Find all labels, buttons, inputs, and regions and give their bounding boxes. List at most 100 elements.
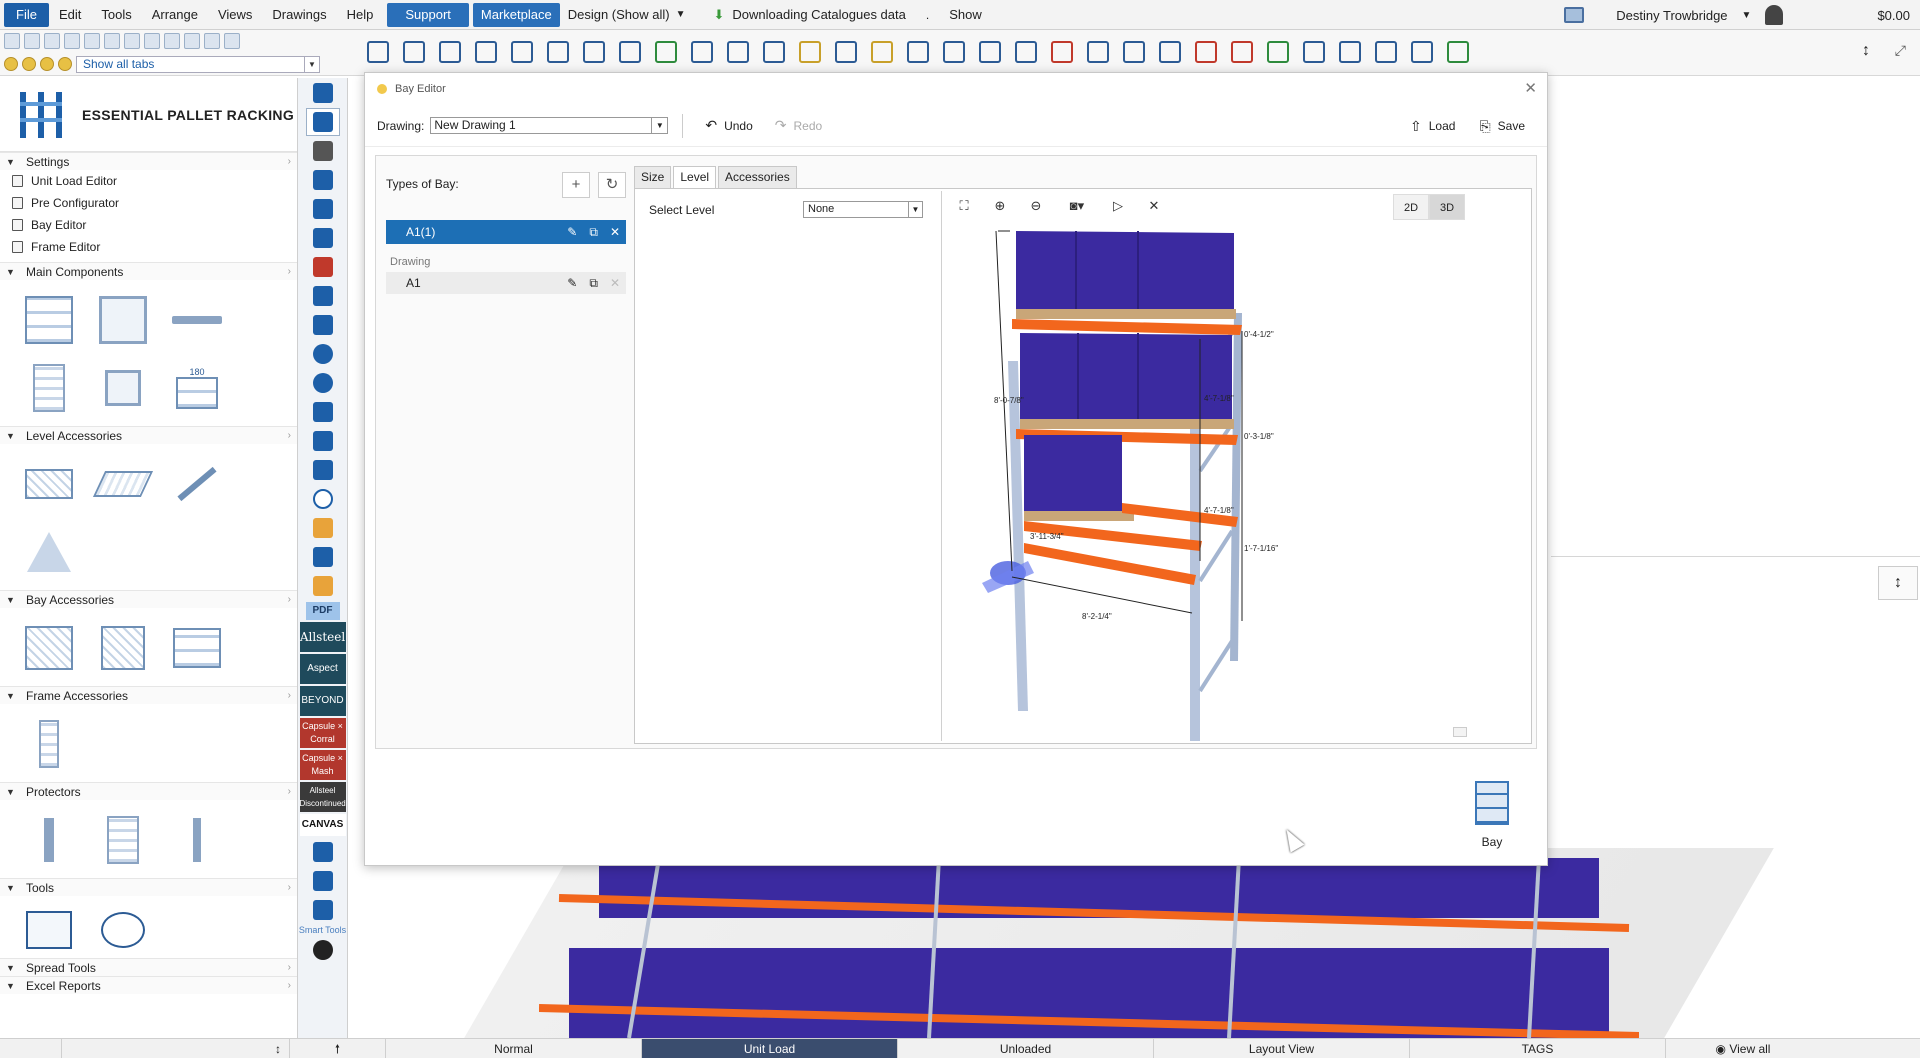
cut-icon[interactable] [144,33,160,49]
viewport-corner-icon[interactable] [1453,727,1467,737]
strip-cube-icon[interactable] [306,398,340,426]
component-cabinet[interactable] [12,354,86,422]
strip-stack-icon[interactable] [306,572,340,600]
component-beam[interactable] [160,286,234,354]
select-icon[interactable] [616,38,641,63]
refresh-icon[interactable]: ↻ [598,172,626,198]
print2-icon[interactable] [124,33,140,49]
export-icon[interactable] [1444,38,1469,63]
zoom-fit-icon[interactable] [436,38,461,63]
camera-icon[interactable]: ◙▾ [1062,198,1092,214]
new-icon[interactable] [4,33,20,49]
frame-icon[interactable] [688,38,713,63]
protector-column-guard[interactable] [12,806,86,874]
strip-link-icon[interactable] [306,456,340,484]
status-unloaded[interactable]: Unloaded [898,1039,1154,1058]
nav-up-icon[interactable] [40,57,54,71]
status-view-all[interactable]: ◉ View all [1666,1039,1820,1058]
component-rotate-rack[interactable]: 180 [160,354,234,422]
strip-aspect[interactable]: Aspect [299,654,346,684]
avatar[interactable] [1765,5,1784,25]
view-2d-button[interactable]: 2D [1393,194,1429,220]
image-icon[interactable] [652,38,677,63]
section-bay-accessories[interactable]: ▼ Bay Accessories › [0,590,297,608]
zoom-extents-icon[interactable] [364,38,389,63]
copy-icon[interactable] [164,33,180,49]
arrow-up-icon[interactable]: 🠕 [335,1042,340,1056]
section-excel-reports[interactable]: ▼ Excel Reports › [0,976,297,994]
text-icon[interactable] [976,38,1001,63]
paste-icon[interactable] [184,33,200,49]
zoom-window-icon[interactable] [400,38,425,63]
protector-end-guard[interactable] [86,806,160,874]
strip-smart-tools-icon[interactable] [306,896,340,924]
strip-allsteel-discontinued[interactable]: Allsteel Discontinued [299,782,346,812]
measure-icon[interactable] [1408,38,1433,63]
view-3d-button[interactable]: 3D [1429,194,1465,220]
array-icon[interactable] [1264,38,1289,63]
page-icon[interactable] [104,33,120,49]
accessory-bay-guard[interactable] [160,614,234,682]
redo-icon[interactable] [224,33,240,49]
section-main-components[interactable]: ▼ Main Components › [0,262,297,280]
close-icon[interactable]: ✕ [1524,79,1537,97]
duplicate-icon[interactable]: ⧉ [589,276,598,291]
resize-vertical-icon[interactable]: ↕ [1878,566,1918,600]
tab-size[interactable]: Size [634,166,672,188]
drawing-bay-row[interactable]: A1 ✎ ⧉ ✕ [386,272,626,294]
section-tools[interactable]: ▼ Tools › [0,878,297,896]
bay-type-row-selected[interactable]: A1(1) ✎ ⧉ ✕ [386,220,626,244]
strip-shelf-icon[interactable] [306,543,340,571]
chevron-down-icon[interactable]: ▼ [651,118,667,133]
briefcase-icon[interactable] [1564,7,1585,23]
line-icon[interactable] [1336,38,1361,63]
undo-icon[interactable] [204,33,220,49]
status-up[interactable]: 🠕 [290,1039,386,1058]
close-icon[interactable]: ✕ [1144,198,1164,214]
strip-arm-icon[interactable] [306,282,340,310]
delete-icon[interactable]: ✕ [610,225,620,240]
user-name[interactable]: Destiny Trowbridge [1616,8,1727,23]
mirror-icon[interactable] [1300,38,1325,63]
marketplace-button[interactable]: Marketplace [472,2,560,27]
dimension-icon[interactable] [1012,38,1037,63]
load-button[interactable]: ⇧ Load [1410,118,1455,135]
zoom-prev-icon[interactable] [544,38,569,63]
edit-icon[interactable]: ✎ [567,225,577,240]
strip-beyond[interactable]: BEYOND [299,686,346,716]
settings-item-bay-editor[interactable]: Bay Editor [0,214,297,236]
rotate-icon[interactable] [1120,38,1145,63]
settings-item-pre-configurator[interactable]: Pre Configurator [0,192,297,214]
pan-icon[interactable] [580,38,605,63]
zoom-out-icon[interactable]: ⊖ [1026,198,1046,214]
zoom-out-icon[interactable] [508,38,533,63]
tool-table[interactable] [12,902,86,958]
stretch-icon[interactable] [1156,38,1181,63]
save-button[interactable]: ⎘ Save [1479,118,1525,135]
drawing-select[interactable]: New Drawing 1 ▼ [430,117,669,134]
scale-icon[interactable] [1084,38,1109,63]
strip-person-icon[interactable] [306,514,340,542]
zoom-in-icon[interactable]: ⊕ [990,198,1010,214]
mode-selector[interactable]: Design (Show all) [568,7,670,22]
menu-edit[interactable]: Edit [49,3,91,27]
report-icon[interactable] [724,38,749,63]
accessory-side-mesh[interactable] [86,614,160,682]
strip-conveyor-icon[interactable] [306,137,340,165]
strip-clock-icon[interactable] [306,485,340,513]
strip-pdf-label[interactable]: PDF [305,602,340,620]
strip-book-icon[interactable] [306,427,340,455]
strip-wrench-icon[interactable] [306,311,340,339]
strip-lines-icon[interactable] [306,224,340,252]
zoom-extents-icon[interactable]: ⛶ [954,198,974,214]
nav-back-icon[interactable] [4,57,18,71]
preview-icon[interactable] [64,33,80,49]
redo-button[interactable]: ↷ Redo [775,117,822,134]
menu-help[interactable]: Help [337,3,384,27]
tab-level[interactable]: Level [673,166,717,189]
accessory-back-mesh[interactable] [12,614,86,682]
arrow-icon[interactable] [796,38,821,63]
print-icon[interactable] [84,33,100,49]
resize-vertical-icon[interactable]: ↕ [1862,42,1870,60]
strip-allsteel[interactable]: Allsteel [299,622,346,652]
